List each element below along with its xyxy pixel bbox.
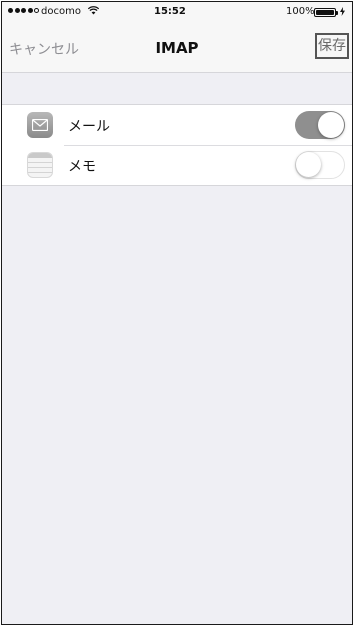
battery-tip: [336, 11, 338, 15]
mail-label: メール: [68, 119, 110, 135]
status-time: 15:52: [154, 6, 186, 17]
wifi-icon: [87, 6, 100, 18]
carrier-name: docomo: [41, 6, 81, 17]
battery-icon: [314, 8, 336, 17]
battery-percent: 100%: [286, 6, 315, 17]
toggle-knob: [318, 112, 344, 138]
navigation-bar: キャンセル IMAP 保存: [2, 22, 352, 73]
notes-toggle[interactable]: [295, 151, 345, 179]
charging-icon: [340, 7, 345, 18]
services-list: メール メモ: [2, 104, 352, 186]
notes-label: メモ: [68, 159, 96, 175]
status-bar: docomo 15:52 100%: [2, 2, 352, 22]
save-button[interactable]: 保存: [315, 33, 349, 59]
toggle-knob: [296, 152, 321, 177]
cancel-button[interactable]: キャンセル: [9, 39, 79, 59]
list-item-notes: メモ: [2, 145, 352, 185]
signal-dots-icon: [8, 8, 39, 13]
list-item-mail: メール: [2, 105, 352, 145]
mail-toggle[interactable]: [295, 111, 345, 139]
notes-icon: [27, 152, 53, 178]
screen-frame: docomo 15:52 100% キャンセル IMAP 保存 メール メモ: [1, 1, 353, 625]
mail-icon: [27, 112, 53, 138]
